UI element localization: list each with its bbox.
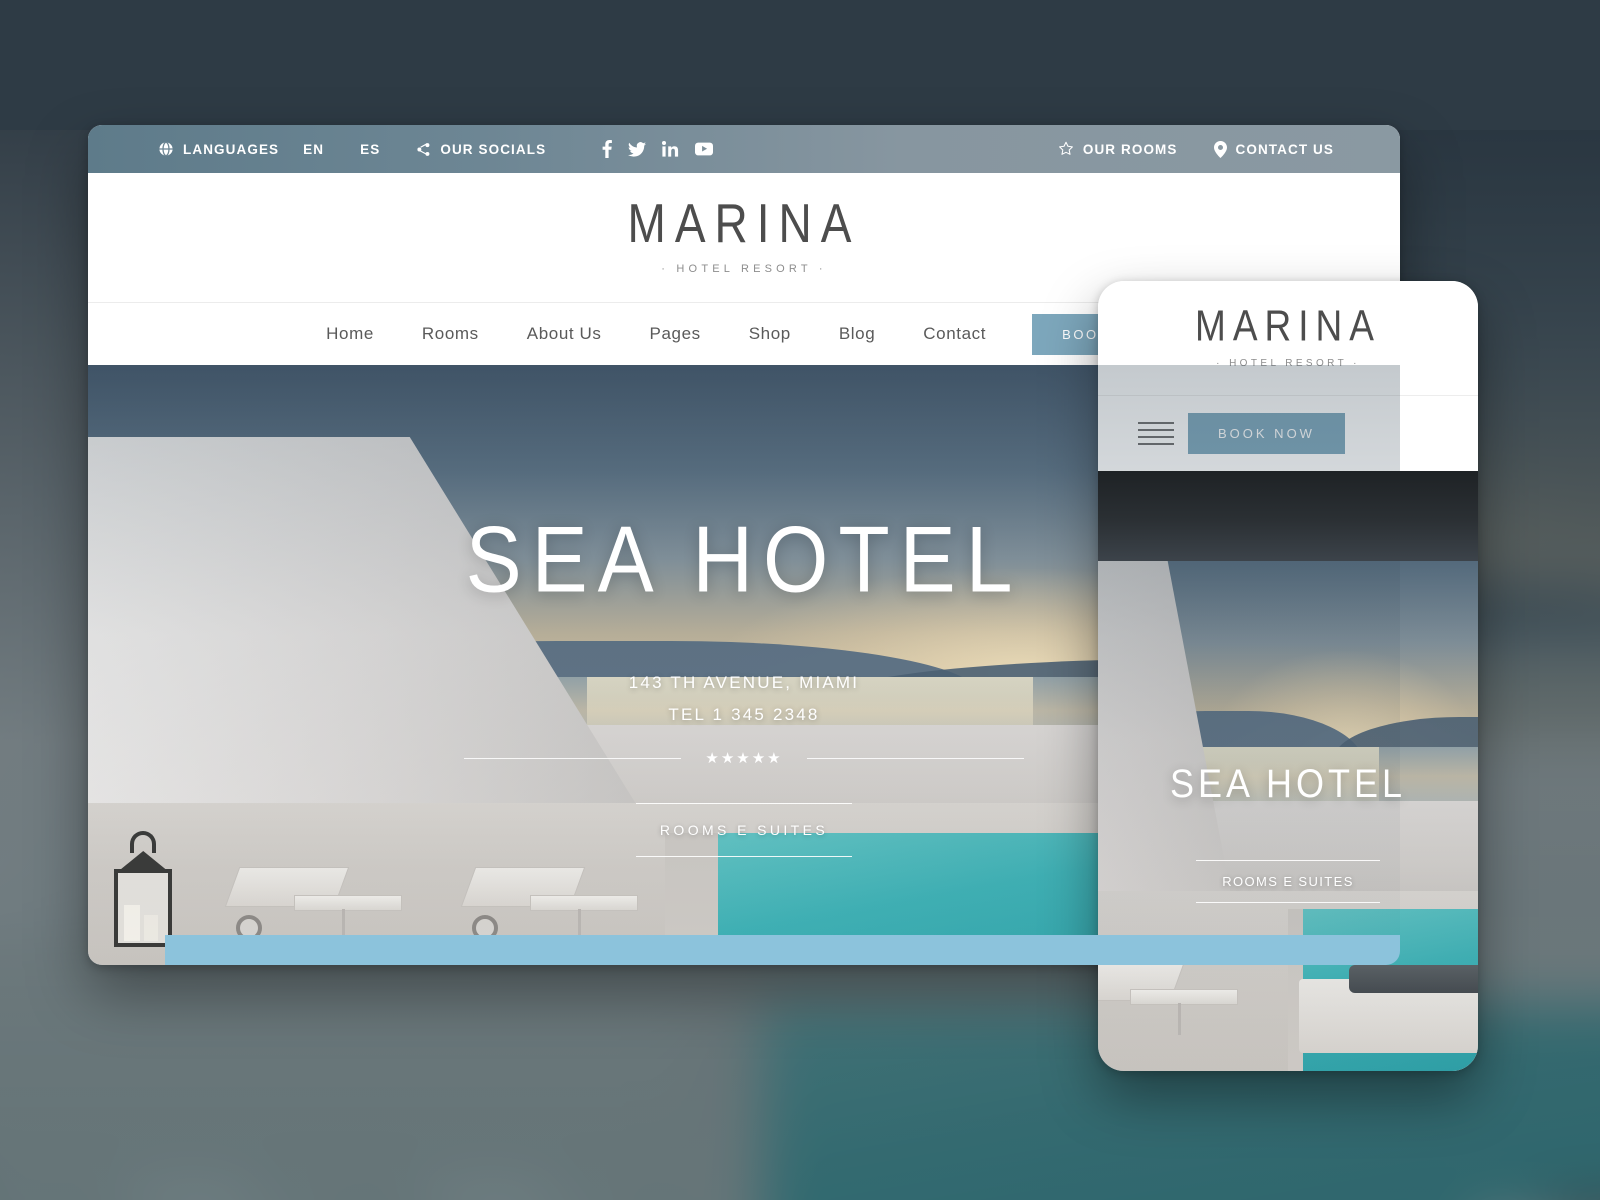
- our-socials-label: OUR SOCIALS: [440, 141, 547, 157]
- site-logo[interactable]: MARINA: [628, 196, 861, 250]
- lang-es-label: ES: [360, 141, 381, 157]
- languages-menu[interactable]: LANGUAGES: [158, 141, 279, 157]
- nav-item-pages[interactable]: Pages: [626, 324, 725, 344]
- rating-rule-left: [464, 757, 682, 759]
- location-pin-icon: [1213, 140, 1227, 158]
- nav-item-about-us[interactable]: About Us: [503, 324, 626, 344]
- background-top-band: [0, 0, 1600, 130]
- nav-item-shop[interactable]: Shop: [725, 324, 815, 344]
- hero-telephone: TEL 1 345 2348: [668, 705, 820, 724]
- contact-us-link[interactable]: CONTACT US: [1213, 140, 1335, 158]
- language-option-en[interactable]: EN: [303, 142, 324, 157]
- site-tagline: · HOTEL RESORT ·: [661, 263, 827, 275]
- nav-item-home[interactable]: Home: [302, 324, 398, 344]
- social-links: [602, 140, 714, 158]
- globe-icon: [158, 141, 174, 157]
- youtube-icon[interactable]: [695, 142, 714, 156]
- nav-item-blog[interactable]: Blog: [815, 324, 899, 344]
- phone-hero-cta-button[interactable]: ROOMS E SUITES: [1196, 860, 1380, 903]
- twitter-icon[interactable]: [628, 141, 647, 157]
- facebook-icon[interactable]: [602, 140, 613, 158]
- phone-site-logo[interactable]: MARINA: [1195, 304, 1381, 348]
- bottom-accent-bar: [165, 935, 1400, 965]
- hero-title: SEA HOTEL: [465, 506, 1023, 612]
- nav-item-contact[interactable]: Contact: [899, 324, 1010, 344]
- phone-hero-section: SEA HOTEL ROOMS E SUITES: [1098, 471, 1478, 1071]
- hero-rating-row: ★★★★★: [464, 749, 1024, 767]
- our-rooms-link[interactable]: OUR ROOMS: [1058, 141, 1178, 157]
- our-socials-group[interactable]: OUR SOCIALS: [416, 142, 546, 157]
- hero-cta-button[interactable]: ROOMS E SUITES: [636, 803, 852, 857]
- share-icon: [416, 142, 431, 157]
- topbar-left-group: LANGUAGES EN ES OUR SOCIALS: [88, 140, 714, 158]
- hero-address: 143 TH AVENUE, MIAMI: [628, 673, 860, 692]
- topbar-right-group: OUR ROOMS CONTACT US: [1058, 140, 1400, 158]
- linkedin-icon[interactable]: [662, 141, 679, 157]
- languages-label: LANGUAGES: [183, 141, 280, 157]
- phone-hero-content: SEA HOTEL ROOMS E SUITES: [1098, 471, 1478, 1071]
- star-icon: [1058, 141, 1074, 157]
- lang-en-label: EN: [303, 141, 325, 157]
- utility-topbar: LANGUAGES EN ES OUR SOCIALS OUR ROOMS CO…: [88, 125, 1400, 173]
- phone-hero-title: SEA HOTEL: [1169, 760, 1407, 806]
- contact-us-label: CONTACT US: [1235, 141, 1334, 157]
- rating-rule-right: [806, 757, 1024, 759]
- language-option-es[interactable]: ES: [360, 142, 380, 157]
- star-rating-icon: ★★★★★: [705, 750, 783, 767]
- our-rooms-label: OUR ROOMS: [1082, 141, 1178, 157]
- nav-item-rooms[interactable]: Rooms: [398, 324, 503, 344]
